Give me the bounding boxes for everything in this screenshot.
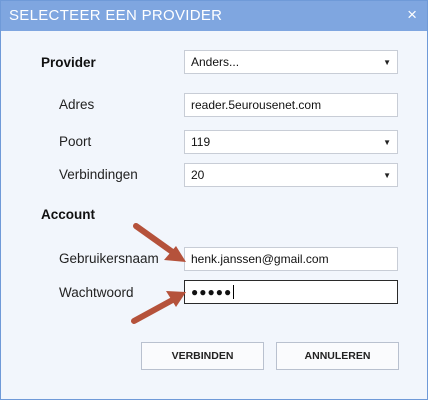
address-label: Adres <box>59 97 95 112</box>
connect-button[interactable]: VERBINDEN <box>141 342 264 370</box>
chevron-down-icon: ▼ <box>383 57 391 67</box>
password-input[interactable]: ●●●●● <box>184 280 398 304</box>
account-heading: Account <box>41 207 95 222</box>
connections-label: Verbindingen <box>59 167 138 182</box>
chevron-down-icon: ▼ <box>383 170 391 180</box>
title-bar: SELECTEER EEN PROVIDER × <box>1 1 427 31</box>
close-icon[interactable]: × <box>407 5 417 25</box>
username-input-value: henk.janssen@gmail.com <box>191 252 329 266</box>
connections-select[interactable]: 20 ▼ <box>184 163 398 187</box>
port-select[interactable]: 119 ▼ <box>184 130 398 154</box>
provider-dialog: SELECTEER EEN PROVIDER × Provider Anders… <box>0 0 428 400</box>
password-label: Wachtwoord <box>59 285 134 300</box>
provider-select[interactable]: Anders... ▼ <box>184 50 398 74</box>
dialog-title: SELECTEER EEN PROVIDER <box>9 7 223 24</box>
text-cursor <box>233 285 235 299</box>
port-select-value: 119 <box>191 135 211 149</box>
connections-select-value: 20 <box>191 168 205 182</box>
username-input[interactable]: henk.janssen@gmail.com <box>184 247 398 271</box>
provider-heading: Provider <box>41 55 96 70</box>
arrow-annotation-icon <box>131 291 186 324</box>
arrow-annotation-icon <box>133 223 186 262</box>
address-input-value: reader.5eurousenet.com <box>191 98 322 112</box>
port-label: Poort <box>59 134 92 149</box>
cancel-button[interactable]: ANNULEREN <box>276 342 399 370</box>
password-mask: ●●●●● <box>191 285 233 299</box>
chevron-down-icon: ▼ <box>383 137 391 147</box>
address-input[interactable]: reader.5eurousenet.com <box>184 93 398 117</box>
provider-select-value: Anders... <box>191 55 240 69</box>
